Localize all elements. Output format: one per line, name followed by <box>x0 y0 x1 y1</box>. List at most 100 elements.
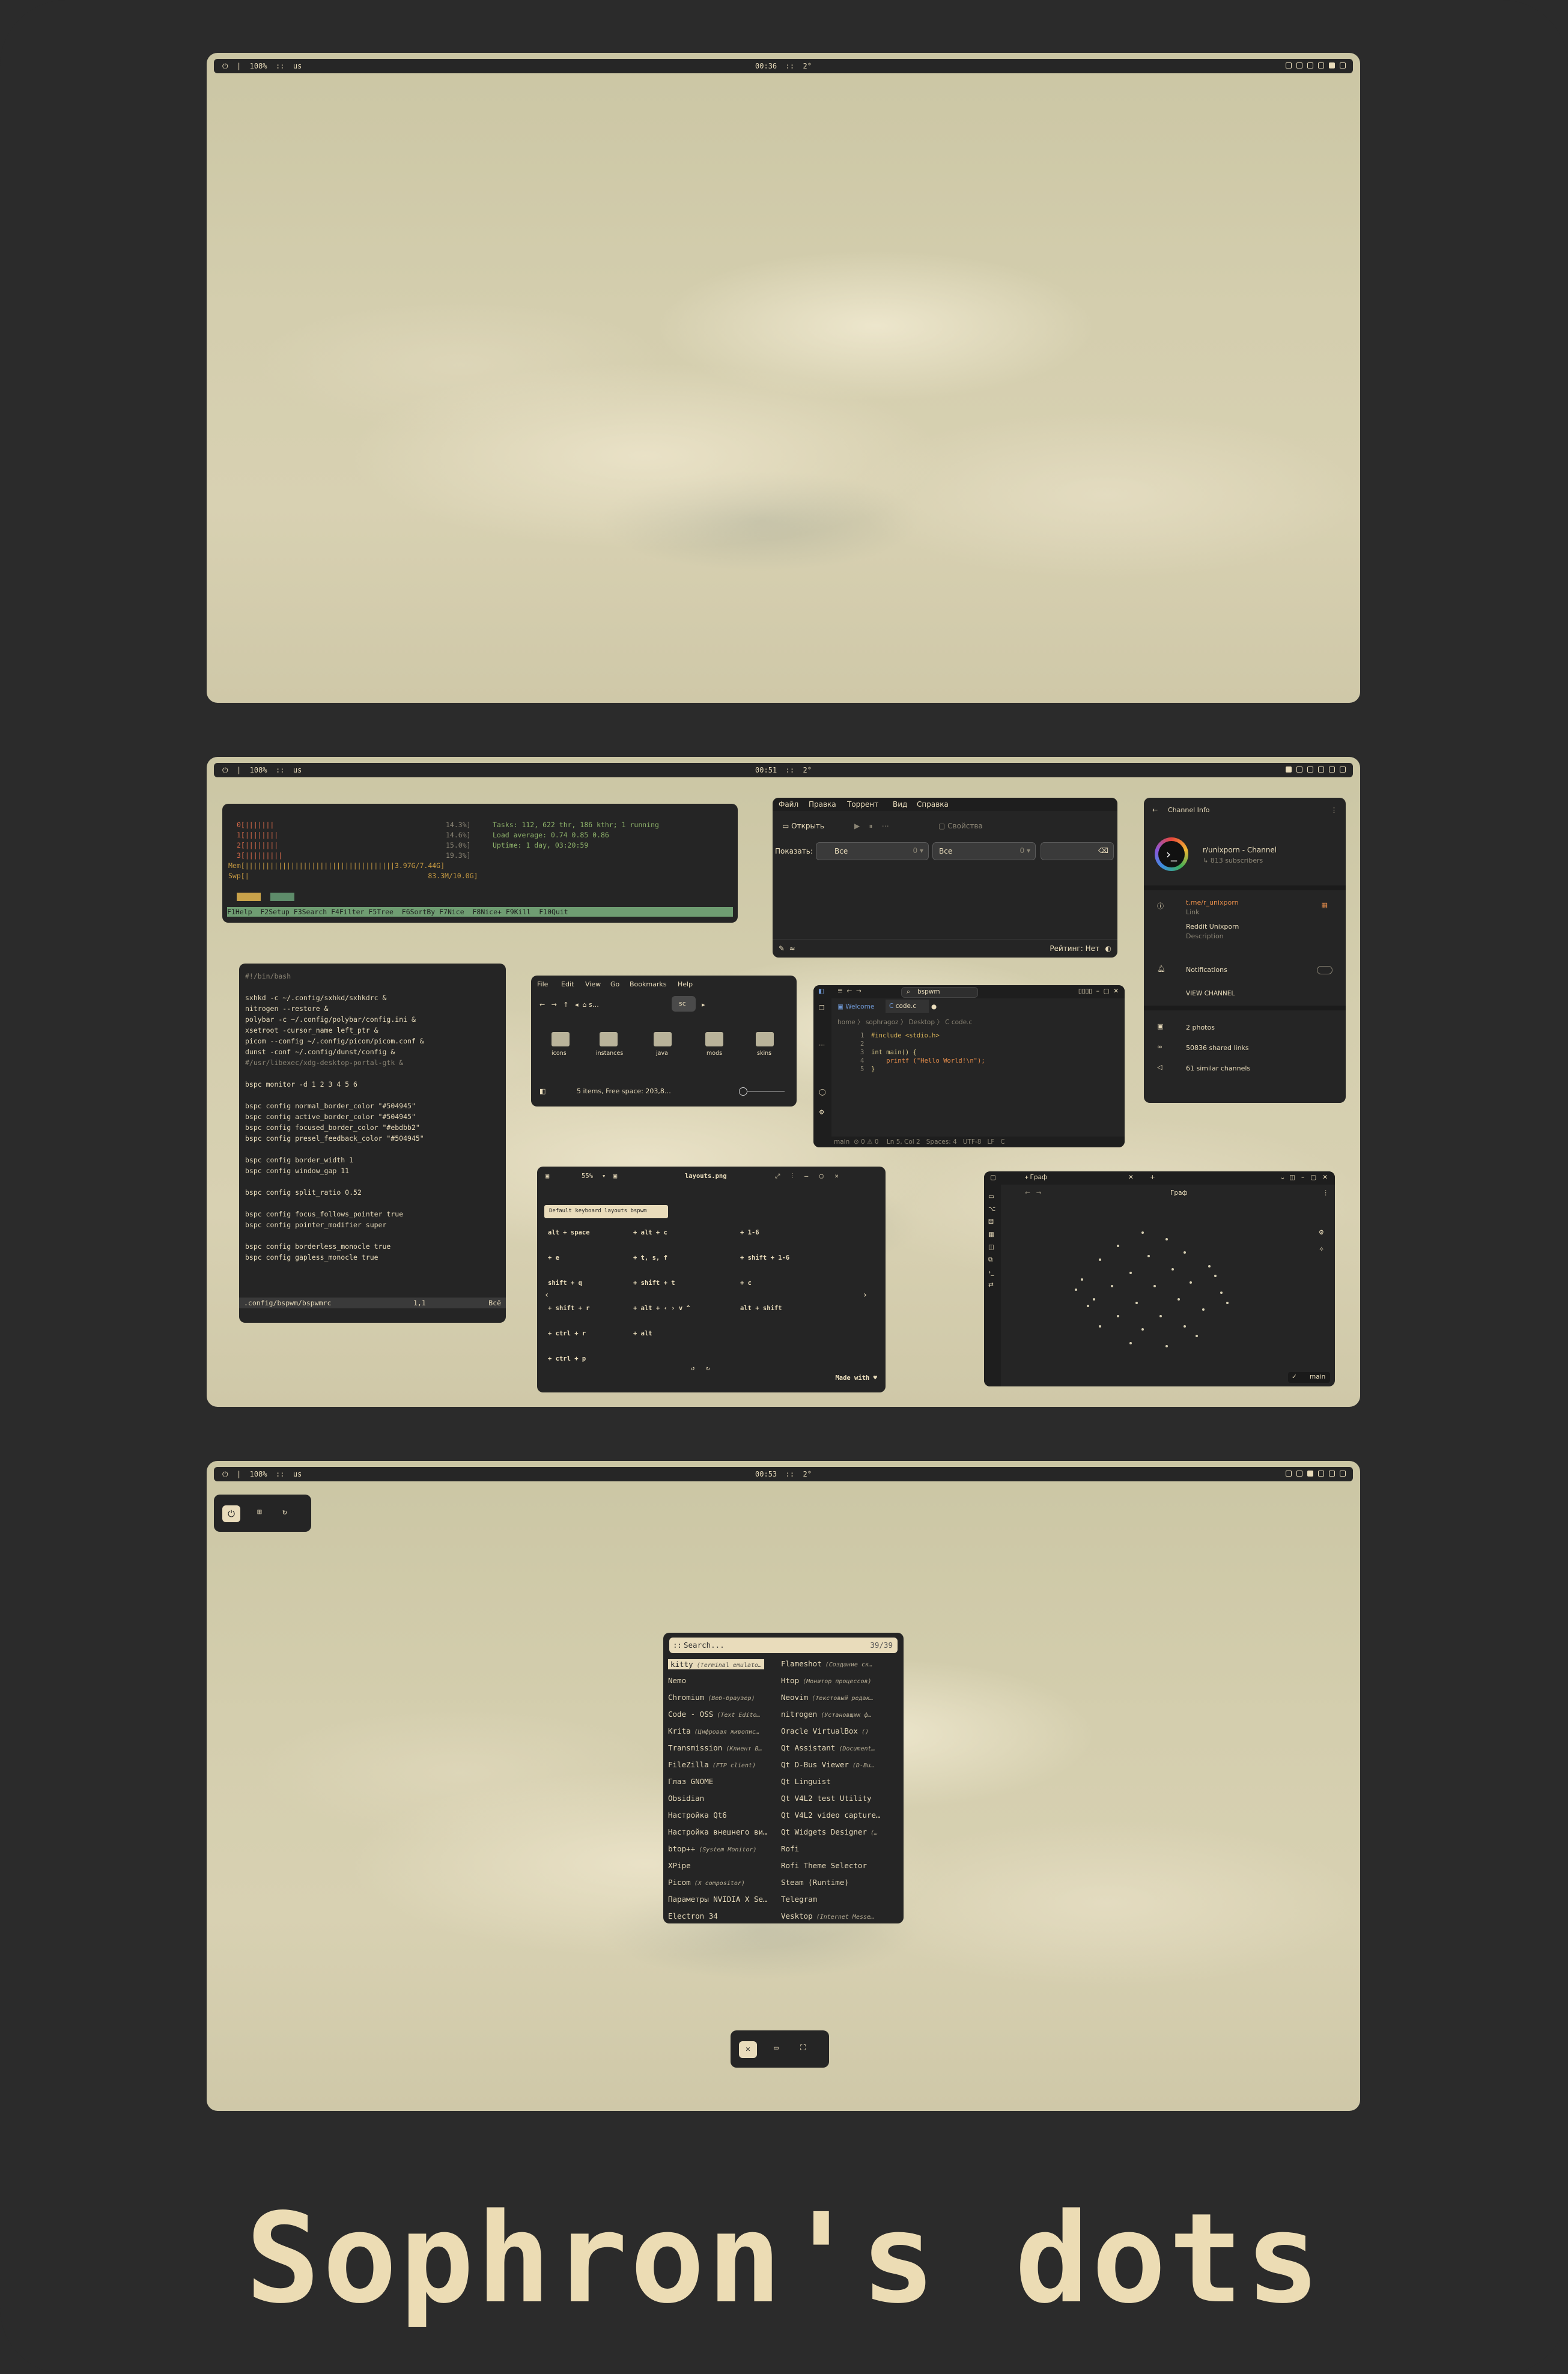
app-item[interactable]: Настройка внешнего ви… <box>668 1827 768 1836</box>
image-viewer-window[interactable]: ▣ 55% ▾ ▣ layouts.png ⤢ ⋮ – ▢ ✕ Default … <box>537 1167 886 1392</box>
forward-crumb-icon[interactable]: ▸ <box>702 1001 705 1009</box>
obsidian-window[interactable]: ▢ ᚐ Граф ✕ + ⌄ ◫ – ▢ ✕ ▭ ⌥ ⚄ ▦ ◫ ⧉ ›_ ⇄ … <box>984 1171 1335 1386</box>
app-item[interactable]: Chromium (Веб-браузер) <box>668 1693 755 1702</box>
back-icon[interactable]: ← <box>1152 806 1158 814</box>
workspace-2[interactable] <box>1296 767 1302 773</box>
workspace-5[interactable] <box>1329 1471 1335 1477</box>
menu-help[interactable]: Справка <box>917 800 949 809</box>
graph-node[interactable] <box>1129 1341 1132 1344</box>
app-item[interactable]: Flameshot (Создание ск… <box>781 1659 872 1668</box>
next-icon[interactable]: › <box>863 1290 868 1300</box>
tab-welcome[interactable]: ▣ Welcome <box>837 1003 874 1010</box>
app-item[interactable]: Qt D-Bus Viewer (D-Bu… <box>781 1760 874 1769</box>
workspace-4[interactable] <box>1318 62 1324 68</box>
graph-node[interactable] <box>1153 1285 1156 1287</box>
close-icon[interactable]: ✕ <box>739 2041 757 2058</box>
app-item[interactable]: FileZilla (FTP client) <box>668 1760 756 1769</box>
graph-node[interactable] <box>1196 1335 1199 1338</box>
graph-tab[interactable]: ᚐ Граф <box>1025 1174 1047 1181</box>
graph-node[interactable] <box>1117 1245 1120 1248</box>
app-item[interactable]: Nemo <box>668 1676 686 1685</box>
graph-node[interactable] <box>1147 1254 1150 1257</box>
workspace-6[interactable] <box>1340 62 1346 68</box>
app-item[interactable]: Qt Assistant (Document… <box>781 1743 875 1752</box>
nav-arrows[interactable]: ← → ↑ ◂ ⌂ s… <box>539 1001 599 1009</box>
app-item[interactable]: Qt Widgets Designer (… <box>781 1827 878 1836</box>
graph-node[interactable] <box>1074 1288 1077 1291</box>
photos-count[interactable]: 2 photos <box>1186 1024 1215 1031</box>
graph-node[interactable] <box>1165 1345 1168 1348</box>
app-item[interactable]: Настройка Qt6 <box>668 1811 727 1820</box>
graph-view[interactable] <box>1008 1201 1311 1368</box>
workspace-4[interactable] <box>1318 1471 1324 1477</box>
more-icon[interactable]: ⋯ <box>819 1042 825 1049</box>
workspace-1[interactable] <box>1286 1471 1292 1477</box>
graph-node[interactable] <box>1080 1278 1083 1281</box>
folder-icon[interactable] <box>705 1032 723 1046</box>
menu-view[interactable]: View <box>585 980 601 988</box>
graph-node[interactable] <box>1129 1271 1132 1274</box>
menu-edit[interactable]: Edit <box>561 980 574 988</box>
folder-icon[interactable] <box>600 1032 618 1046</box>
close-tab-icon[interactable]: ● <box>931 1003 937 1010</box>
explorer-icon[interactable]: ❐ <box>819 1004 824 1012</box>
transmission-window[interactable]: Файл Правка Торрент Вид Справка ▭ Открыт… <box>773 798 1117 958</box>
app-item[interactable]: Telegram <box>781 1895 817 1904</box>
command-search[interactable]: ⌕ bspwm <box>901 987 978 998</box>
htop-window[interactable]: 0[||||||| 1[|||||||| 2[|||||||| 3[||||||… <box>222 804 738 923</box>
clear-icon[interactable]: ⌫ <box>1098 846 1108 855</box>
app-item[interactable]: Obsidian <box>668 1794 704 1803</box>
sidebar-icon[interactable]: ▢ <box>990 1174 996 1181</box>
new-tab-icon[interactable]: + <box>1150 1174 1155 1181</box>
app-item[interactable]: nitrogen (Установщик ф… <box>781 1710 872 1719</box>
workspace-5[interactable] <box>1329 62 1335 68</box>
graph-node[interactable] <box>1165 1238 1168 1241</box>
search-field[interactable]: ⌫ <box>1041 842 1114 860</box>
graph-node[interactable] <box>1214 1275 1217 1278</box>
breadcrumb-current[interactable]: sc <box>672 996 696 1012</box>
gear-icon[interactable]: ⚙ <box>1319 1229 1324 1236</box>
menu-edit[interactable]: Правка <box>809 800 836 809</box>
graph-node[interactable] <box>1087 1305 1090 1308</box>
power-icon[interactable]: ⏻ <box>222 1505 240 1522</box>
app-item[interactable]: btop++ (System Monitor) <box>668 1844 757 1853</box>
workspace-6[interactable] <box>1340 1471 1346 1477</box>
shared-links[interactable]: 50836 shared links <box>1186 1044 1249 1052</box>
zoom-level[interactable]: 55% <box>582 1173 593 1180</box>
rofi-launcher[interactable]: :: Search... 39/39 kitty (Terminal emula… <box>663 1633 904 1923</box>
graph-node[interactable] <box>1099 1258 1102 1261</box>
app-item[interactable]: Qt Linguist <box>781 1777 831 1786</box>
folder-icon[interactable] <box>756 1032 774 1046</box>
restart-icon[interactable]: ↻ <box>282 1508 287 1517</box>
graph-node[interactable] <box>1093 1298 1096 1301</box>
workspace-5[interactable] <box>1329 767 1335 773</box>
graph-node[interactable] <box>1171 1268 1174 1271</box>
graph-node[interactable] <box>1220 1292 1223 1295</box>
app-item[interactable]: Picom (X compositor) <box>668 1878 745 1887</box>
graph-node[interactable] <box>1159 1315 1162 1318</box>
window-controls[interactable]: ⌄ ◫ – ▢ ✕ <box>1280 1174 1328 1181</box>
graph-node[interactable] <box>1190 1281 1193 1284</box>
nav-arrows[interactable]: ← → <box>1025 1189 1042 1197</box>
more-icon[interactable]: ⋮ <box>1323 1189 1329 1197</box>
view-channel-button[interactable]: VIEW CHANNEL <box>1186 990 1235 997</box>
graph-node[interactable] <box>1208 1264 1211 1267</box>
app-item[interactable]: XPipe <box>668 1861 691 1870</box>
window-controls[interactable]: ⤢ ⋮ – ▢ ✕ <box>775 1173 839 1180</box>
filter-tracker-select[interactable]: Все 0 ▾ <box>932 842 1036 860</box>
file-manager-window[interactable]: File Edit View Go Bookmarks Help ← → ↑ ◂… <box>531 976 797 1107</box>
folder-icon[interactable] <box>552 1032 570 1046</box>
settings-icon[interactable]: ✎ ≈ <box>779 944 795 953</box>
menu-help[interactable]: Help <box>678 980 693 988</box>
folder-icon[interactable] <box>654 1032 672 1046</box>
filter-status-select[interactable]: Все 0 ▾ <box>816 842 929 860</box>
ribbon-icons[interactable]: ▭ ⌥ ⚄ ▦ ◫ ⧉ ›_ ⇄ <box>988 1191 995 1292</box>
app-item[interactable]: Steam (Runtime) <box>781 1878 849 1887</box>
menu-torrent[interactable]: Торрент <box>847 800 878 809</box>
workspace-3[interactable] <box>1307 1471 1313 1477</box>
more-icon[interactable]: ⋮ <box>1331 806 1337 814</box>
qr-icon[interactable]: ▦ <box>1322 901 1328 909</box>
rotate-icons[interactable]: ↺ ↻ <box>691 1365 710 1372</box>
graph-node[interactable] <box>1141 1231 1144 1234</box>
app-item[interactable]: Oracle VirtualBox () <box>781 1726 869 1735</box>
